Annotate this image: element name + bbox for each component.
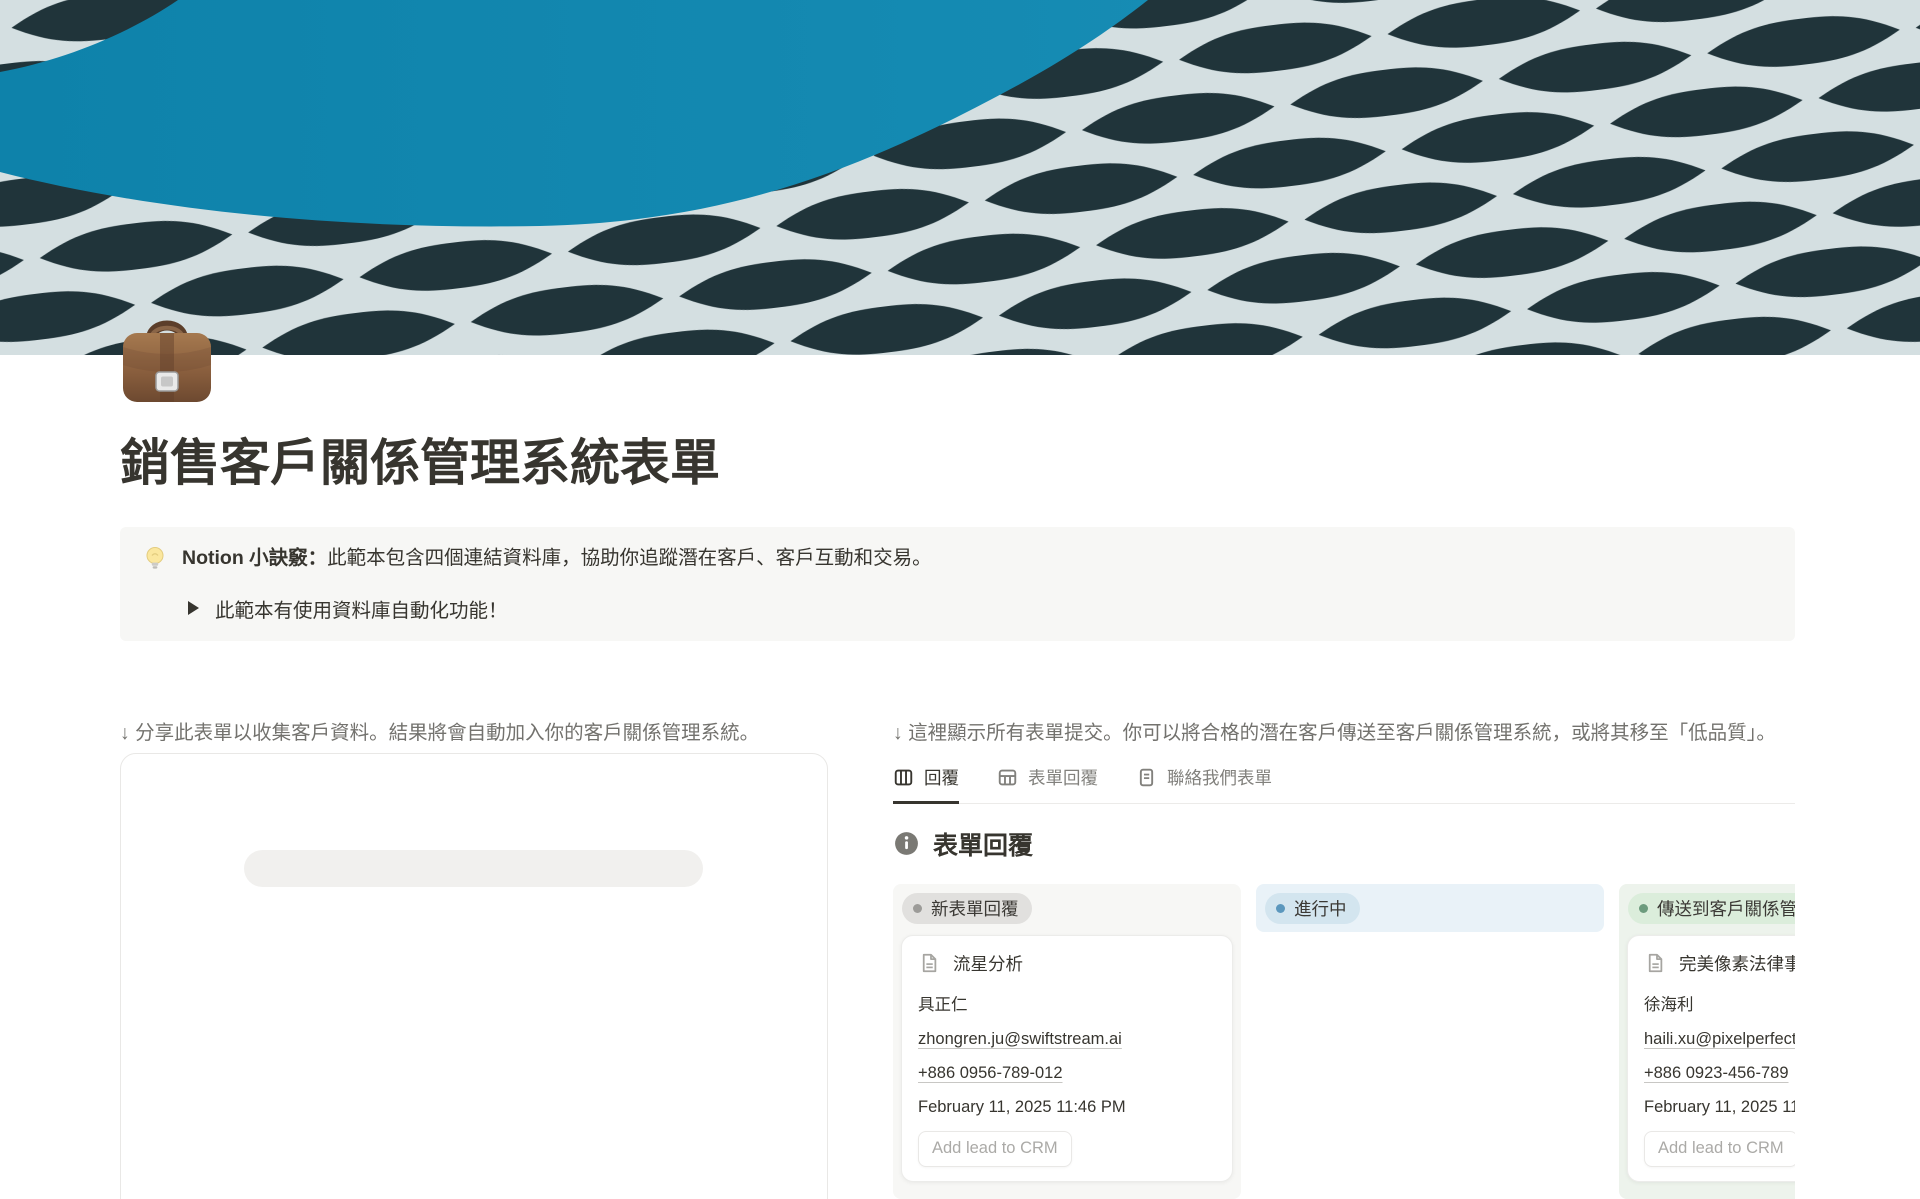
status-label: 新表單回覆 [931,896,1019,921]
page-icon-briefcase[interactable] [115,305,219,409]
add-lead-to-crm-button[interactable]: Add lead to CRM [1644,1131,1795,1167]
status-label: 進行中 [1294,896,1347,921]
board-column-in-progress: 進行中 [1256,884,1604,932]
embedded-form-preview[interactable] [120,753,828,1199]
tab-form-responses-table[interactable]: 表單回覆 [997,765,1098,803]
page-title: 銷售客戶關係管理系統表單 [120,435,1920,493]
lightbulb-icon [142,545,168,579]
status-pill-new-responses[interactable]: 新表單回覆 [902,893,1032,924]
toggle-label: 此範本有使用資料庫自動化功能！ [215,594,508,623]
tab-label: 聯絡我們表單 [1167,765,1272,790]
form-page-icon [1136,767,1157,788]
submissions-column: ↓ 這裡顯示所有表單提交。你可以將合格的潛在客戶傳送至客戶關係管理系統，或將其移… [893,719,1795,1199]
card-email[interactable]: zhongren.ju@swiftstream.ai [918,1030,1216,1049]
card-phone[interactable]: +886 0956-789-012 [918,1064,1216,1083]
status-pill-in-progress[interactable]: 進行中 [1265,893,1360,924]
status-dot-green [1639,904,1648,913]
status-pill-sent-to-crm[interactable]: 傳送到客戶關係管理 [1628,893,1795,924]
add-lead-to-crm-button[interactable]: Add lead to CRM [918,1131,1072,1167]
form-skeleton-bar [244,850,703,887]
info-circle-icon[interactable] [893,830,920,857]
tab-label: 回覆 [924,765,959,790]
notion-tip-callout: Notion 小訣竅：此範本包含四個連結資料庫，協助你追蹤潛在客戶、客戶互動和交… [120,527,1795,641]
card-contact-name: 具正仁 [918,991,1216,1015]
card-contact-name: 徐海利 [1644,991,1795,1015]
tab-responses-board[interactable]: 回覆 [893,765,959,804]
board-column-new-responses: 新表單回覆 流星分析 具正仁 zhongren.ju@swiftstream.a… [893,884,1241,1199]
status-dot-blue [1276,904,1285,913]
tab-contact-us-form[interactable]: 聯絡我們表單 [1136,765,1272,803]
card-email[interactable]: haili.xu@pixelperfect.l [1644,1030,1795,1049]
content-columns: ↓ 分享此表單以收集客戶資料。結果將會自動加入你的客戶關係管理系統。 ↓ 這裡顯… [120,719,1920,1199]
responses-board: 新表單回覆 流星分析 具正仁 zhongren.ju@swiftstream.a… [893,884,1795,1199]
briefcase-icon [115,305,219,409]
card-title: 完美像素法律事 [1679,951,1795,976]
tab-label: 表單回覆 [1028,765,1098,790]
board-view-icon [893,767,914,788]
document-icon [1644,952,1666,974]
card-submitted-date: February 11, 2025 11:4 [1644,1098,1795,1117]
submissions-intro: ↓ 這裡顯示所有表單提交。你可以將合格的潛在客戶傳送至客戶關係管理系統，或將其移… [893,719,1795,747]
status-dot-gray [913,904,922,913]
callout-text-line: Notion 小訣竅：此範本包含四個連結資料庫，協助你追蹤潛在客戶、客戶互動和交… [182,544,932,572]
card-phone[interactable]: +886 0923-456-789 [1644,1064,1795,1083]
automation-toggle[interactable]: 此範本有使用資料庫自動化功能！ [188,594,1773,623]
callout-text: 此範本包含四個連結資料庫，協助你追蹤潛在客戶、客戶互動和交易。 [327,547,932,569]
document-icon [918,952,940,974]
cover-architecture-graphic [0,0,1920,355]
status-label: 傳送到客戶關係管理 [1657,896,1795,921]
toggle-triangle-icon [188,601,199,615]
table-view-icon [997,767,1018,788]
database-section-header: 表單回覆 [893,826,1795,862]
section-title: 表單回覆 [933,826,1033,862]
card-title: 流星分析 [953,951,1023,976]
board-card-liuxing[interactable]: 流星分析 具正仁 zhongren.ju@swiftstream.ai +886… [901,935,1233,1182]
form-column: ↓ 分享此表單以收集客戶資料。結果將會自動加入你的客戶關係管理系統。 [120,719,828,1199]
card-submitted-date: February 11, 2025 11:46 PM [918,1098,1216,1117]
board-column-sent-to-crm: 傳送到客戶關係管理 完美像素法律事 徐海利 haili.xu@pixelperf… [1619,884,1795,1199]
view-tab-bar: 回覆 表單回覆 聯絡我們表單 [893,765,1795,804]
callout-bold-text: Notion 小訣竅： [182,547,327,569]
board-card-pixelperfect[interactable]: 完美像素法律事 徐海利 haili.xu@pixelperfect.l +886… [1627,935,1795,1182]
form-share-intro: ↓ 分享此表單以收集客戶資料。結果將會自動加入你的客戶關係管理系統。 [120,719,828,747]
cover-image [0,0,1920,355]
